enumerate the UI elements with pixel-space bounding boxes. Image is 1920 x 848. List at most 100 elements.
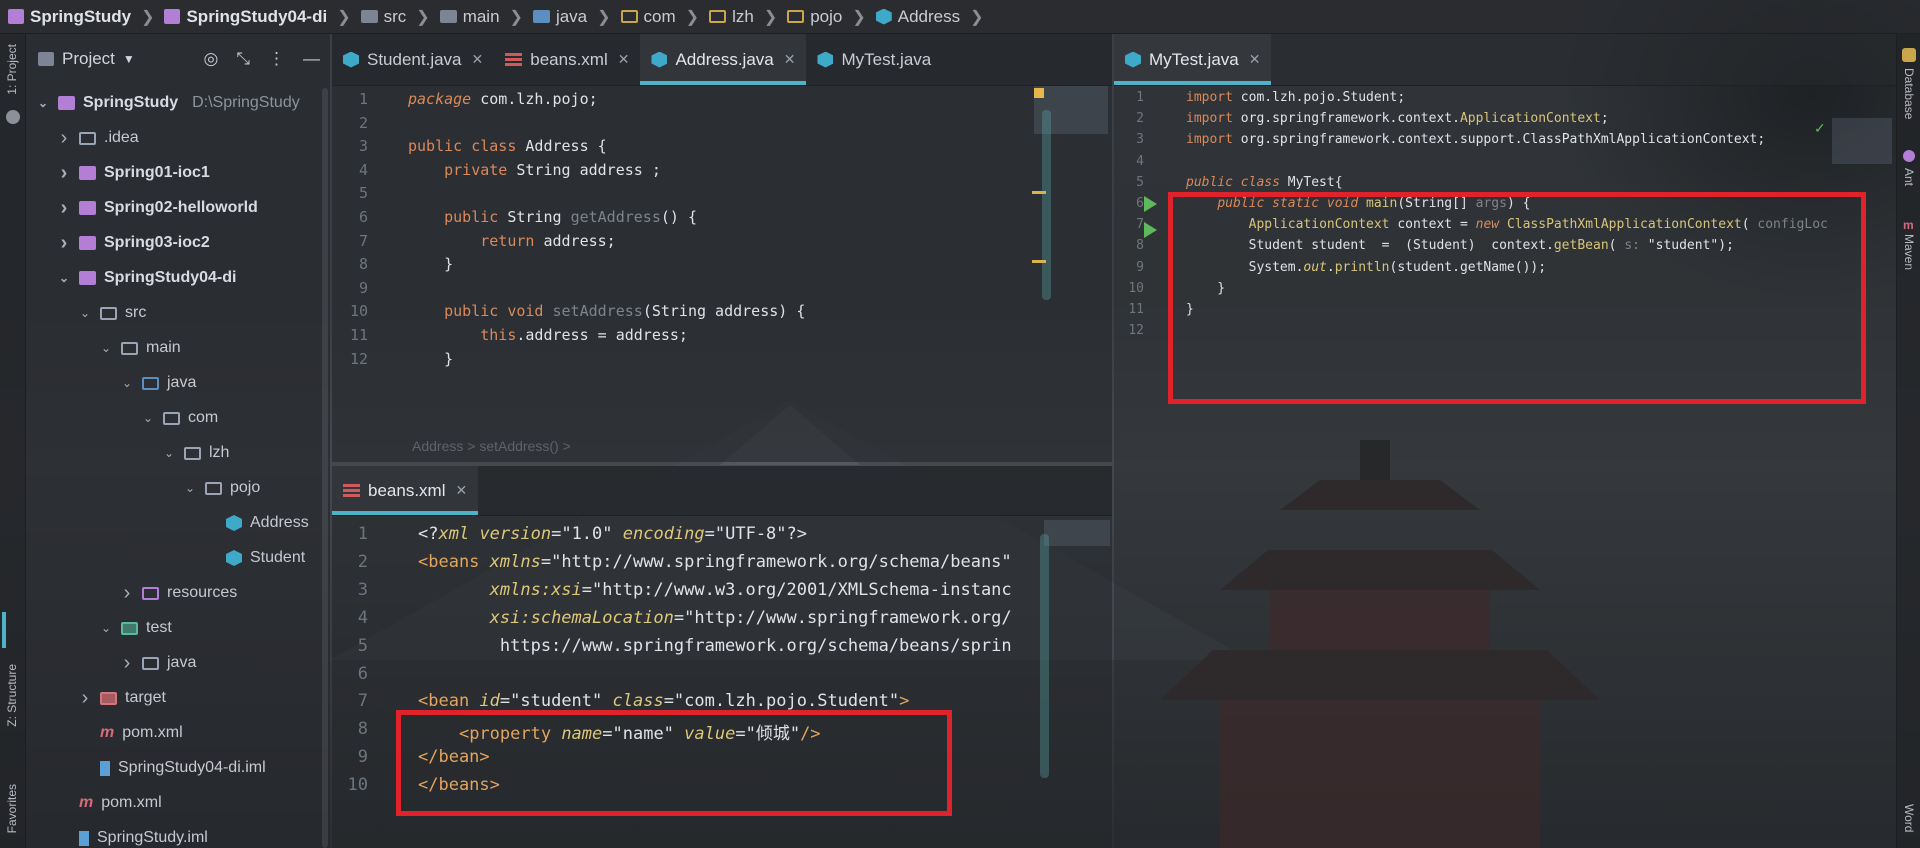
code-line[interactable]: return address;: [408, 232, 615, 250]
chevron-right-icon[interactable]: ›: [57, 162, 71, 185]
close-icon[interactable]: ✕: [455, 482, 467, 499]
tree-item[interactable]: Address: [204, 506, 309, 540]
tree-item[interactable]: › Spring02-helloworld: [57, 191, 258, 225]
tree-item[interactable]: ⌄ lzh: [162, 436, 229, 470]
run-icon[interactable]: [1144, 222, 1157, 238]
chevron-right-icon[interactable]: ›: [120, 582, 134, 605]
project-tool-button[interactable]: 1: Project: [5, 44, 19, 95]
tree-item[interactable]: ⌄ pojo: [183, 471, 260, 505]
breadcrumb-pojo[interactable]: pojo: [787, 7, 842, 27]
code-breadcrumb[interactable]: Address > setAddress() >: [412, 438, 571, 454]
warning-indicator-icon[interactable]: [1034, 88, 1044, 98]
breadcrumb-address[interactable]: Address: [875, 7, 960, 27]
chevron-down-icon[interactable]: ⌄: [57, 271, 71, 285]
ant-tool-button[interactable]: Ant: [1902, 168, 1916, 186]
tree-item[interactable]: › Spring03-ioc2: [57, 226, 210, 260]
editor-scrollbar[interactable]: [1042, 110, 1051, 300]
tree-item[interactable]: › java: [120, 646, 197, 680]
tree-item[interactable]: ⌄ main: [99, 331, 181, 365]
close-icon[interactable]: ✕: [618, 51, 630, 68]
hide-panel-icon[interactable]: —: [303, 49, 320, 69]
favorites-tool-button[interactable]: Favorites: [5, 784, 19, 833]
code-line[interactable]: public void setAddress(String address) {: [408, 302, 805, 320]
chevron-down-icon[interactable]: ⌄: [120, 376, 134, 390]
chevron-down-icon[interactable]: ⌄: [141, 411, 155, 425]
project-view-selector[interactable]: Project: [62, 49, 115, 69]
more-options-icon[interactable]: ⋮: [268, 49, 285, 69]
breadcrumb-main[interactable]: main: [439, 7, 500, 27]
breadcrumb-src[interactable]: src: [360, 7, 406, 27]
breadcrumb-springstudy[interactable]: SpringStudy: [8, 7, 131, 27]
run-icon[interactable]: [1144, 196, 1157, 212]
chevron-right-icon[interactable]: ›: [57, 197, 71, 220]
tree-item[interactable]: Student: [204, 541, 305, 575]
code-line[interactable]: private String address ;: [408, 161, 661, 179]
chevron-down-icon[interactable]: ⌄: [36, 96, 50, 110]
tree-item[interactable]: m pom.xml: [78, 716, 183, 750]
chevron-down-icon[interactable]: ⌄: [162, 446, 176, 460]
tree-item[interactable]: ⌄ com: [141, 401, 218, 435]
tree-item[interactable]: ⌄ SpringStudy04-di: [57, 261, 236, 295]
tab-mytest-java[interactable]: MyTest.java ✕: [1114, 34, 1272, 85]
chevron-right-icon[interactable]: ›: [78, 687, 92, 710]
code-line[interactable]: import org.springframework.context.Appli…: [1186, 111, 1609, 126]
close-icon[interactable]: ✕: [1249, 51, 1261, 68]
word-tool-button[interactable]: Word: [1902, 804, 1916, 832]
structure-tool-button[interactable]: Z: Structure: [5, 664, 19, 727]
tab-student-java[interactable]: Student.java ✕: [332, 34, 494, 85]
chevron-right-icon[interactable]: ›: [57, 232, 71, 255]
breadcrumb-module[interactable]: SpringStudy04-di: [164, 7, 327, 27]
mytest-tab-bar: MyTest.java ✕: [1114, 34, 1896, 86]
tree-item[interactable]: › target: [78, 681, 166, 715]
code-line[interactable]: xmlns:xsi="http://www.w3.org/2001/XMLSch…: [418, 580, 1012, 600]
code-line[interactable]: package com.lzh.pojo;: [408, 90, 598, 108]
code-line[interactable]: this.address = address;: [408, 326, 688, 344]
locate-icon[interactable]: ◎: [204, 49, 219, 69]
code-line[interactable]: xsi:schemaLocation="http://www.springfra…: [418, 608, 1012, 628]
code-line[interactable]: import com.lzh.pojo.Student;: [1186, 90, 1405, 105]
code-line[interactable]: https://www.springframework.org/schema/b…: [418, 636, 1012, 656]
code-line[interactable]: <bean id="student" class="com.lzh.pojo.S…: [418, 691, 909, 711]
code-line[interactable]: }: [408, 255, 453, 273]
code-line[interactable]: }: [408, 350, 453, 368]
tree-item[interactable]: m pom.xml: [57, 786, 162, 820]
maven-tool-button[interactable]: Maven: [1902, 234, 1916, 270]
address-code-area[interactable]: 1 package com.lzh.pojo; 2 3 public class Add…: [332, 86, 1112, 462]
chevron-right-icon[interactable]: ›: [120, 652, 134, 675]
code-line[interactable]: public class MyTest{: [1186, 175, 1343, 190]
collapse-icon[interactable]: ⤡: [236, 49, 250, 69]
close-icon[interactable]: ✕: [784, 51, 796, 68]
tab-mytest-java[interactable]: MyTest.java: [806, 34, 942, 85]
tree-item[interactable]: ⌄ test: [99, 611, 172, 645]
code-line[interactable]: import org.springframework.context.suppo…: [1186, 132, 1765, 147]
code-line[interactable]: public String getAddress() {: [408, 208, 697, 226]
tree-item[interactable]: › .idea: [57, 121, 139, 155]
chevron-down-icon[interactable]: ⌄: [183, 481, 197, 495]
database-tool-button[interactable]: Database: [1902, 68, 1916, 119]
code-line[interactable]: <?xml version="1.0" encoding="UTF-8"?>: [418, 524, 807, 544]
code-line[interactable]: <beans xmlns="http://www.springframework…: [418, 552, 1012, 572]
chevron-down-icon[interactable]: ⌄: [99, 621, 113, 635]
tree-item[interactable]: ⌄ SpringStudy D:\SpringStudy: [36, 86, 300, 120]
tree-item[interactable]: › Spring01-ioc1: [57, 156, 210, 190]
editor-scrollbar[interactable]: [1040, 534, 1049, 778]
code-token: .address = address;: [516, 326, 688, 344]
tree-item[interactable]: ⌄ src: [78, 296, 146, 330]
tab-beans-xml[interactable]: beans.xml ✕: [494, 34, 640, 85]
chevron-right-icon[interactable]: ›: [57, 127, 71, 150]
tree-item[interactable]: › resources: [120, 576, 238, 610]
tree-item[interactable]: ⌄ java: [120, 366, 196, 400]
breadcrumb-com[interactable]: com: [620, 7, 676, 27]
chevron-down-icon[interactable]: ⌄: [99, 341, 113, 355]
chevron-down-icon[interactable]: ⌄: [78, 306, 92, 320]
tree-item[interactable]: SpringStudy.iml: [57, 821, 208, 848]
breadcrumb-lzh[interactable]: lzh: [709, 7, 754, 27]
close-icon[interactable]: ✕: [472, 51, 484, 68]
chevron-down-icon[interactable]: ▼: [123, 52, 135, 66]
tree-item[interactable]: SpringStudy04-di.iml: [78, 751, 266, 785]
code-line[interactable]: public class Address {: [408, 137, 607, 155]
tab-beans-xml[interactable]: beans.xml ✕: [332, 466, 479, 515]
tab-address-java[interactable]: Address.java ✕: [640, 34, 807, 85]
breadcrumb-java[interactable]: java: [532, 7, 587, 27]
project-scrollbar[interactable]: [322, 88, 328, 848]
